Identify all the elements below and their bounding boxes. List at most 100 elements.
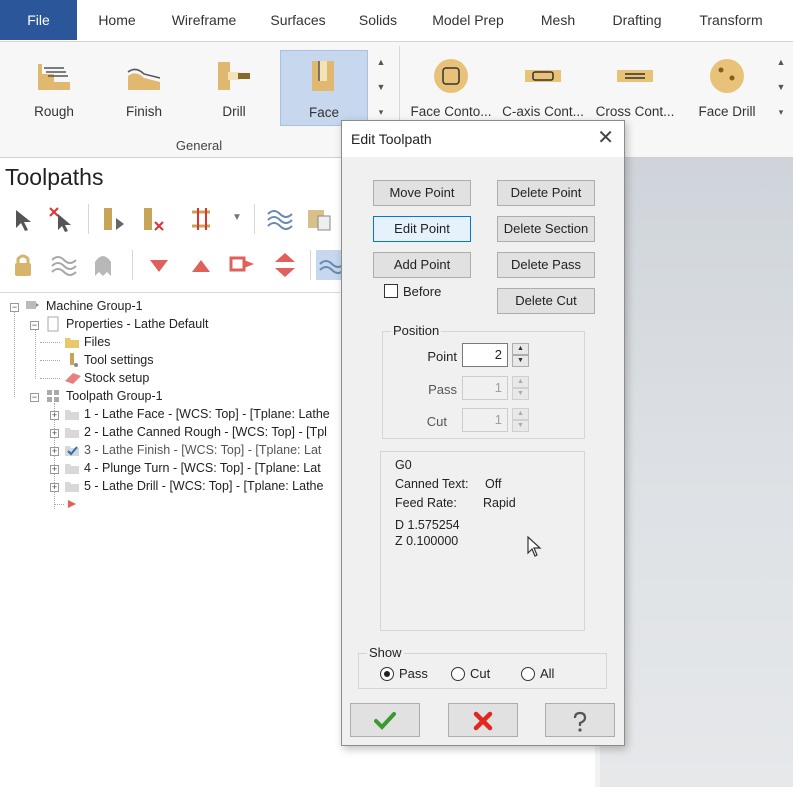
help-button[interactable] — [545, 703, 615, 737]
toolbar-divider — [132, 250, 133, 280]
face-icon — [312, 61, 334, 91]
regenerate-dirty-icon[interactable] — [138, 204, 168, 234]
ok-button[interactable] — [350, 703, 420, 737]
scroll-down-icon[interactable]: ▼ — [772, 75, 790, 100]
show-pass-radio[interactable] — [380, 667, 394, 681]
spin-down-icon: ▼ — [512, 388, 529, 400]
finish-button[interactable]: Finish — [100, 50, 188, 126]
tree-item-machine-group[interactable]: Machine Group-1 — [46, 297, 143, 315]
verify-icon[interactable] — [264, 204, 294, 234]
point-label: Point — [427, 349, 457, 364]
spin-up-icon[interactable]: ▲ — [512, 343, 529, 355]
select-all-icon[interactable] — [8, 204, 38, 234]
tab-model-prep[interactable]: Model Prep — [422, 0, 514, 40]
folder-icon — [65, 338, 79, 348]
ribbon-scroll-general[interactable]: ▲ ▼ ▾ — [372, 50, 390, 126]
dialog-titlebar[interactable]: Edit Toolpath ✕ — [342, 121, 624, 157]
post-icon[interactable] — [304, 204, 334, 234]
tree-item-op-4[interactable]: 4 - Plunge Turn - [WCS: Top] - [Tplane: … — [84, 459, 321, 477]
graphics-viewport[interactable] — [600, 158, 793, 787]
tab-drafting[interactable]: Drafting — [600, 0, 674, 40]
point-spinner[interactable]: ▲ ▼ — [512, 343, 529, 367]
stock-setup-icon — [65, 373, 81, 384]
c-axis-contour-button[interactable]: C-axis Cont... — [498, 50, 588, 126]
add-point-button[interactable]: Add Point — [373, 252, 471, 278]
tab-file[interactable]: File — [0, 0, 77, 40]
tree-item-op-1[interactable]: 1 - Lathe Face - [WCS: Top] - [Tplane: L… — [84, 405, 330, 423]
regenerate-icon[interactable] — [98, 204, 128, 234]
tree-item-op-5[interactable]: 5 - Lathe Drill - [WCS: Top] - [Tplane: … — [84, 477, 323, 495]
collapse-toolpath-group-icon[interactable]: − — [30, 393, 39, 402]
cross-contour-label: Cross Cont... — [595, 104, 675, 119]
expand-op-icon[interactable]: + — [50, 429, 59, 438]
folder-icon — [65, 410, 79, 420]
checkmark-icon — [374, 712, 396, 730]
edit-point-button[interactable]: Edit Point — [373, 216, 471, 242]
mouse-cursor-icon — [527, 536, 542, 557]
rough-button[interactable]: Rough — [10, 50, 98, 126]
drill-button[interactable]: Drill — [190, 50, 278, 126]
expand-op-icon[interactable]: + — [50, 447, 59, 456]
cancel-button[interactable] — [448, 703, 518, 737]
expand-op-icon[interactable]: + — [50, 465, 59, 474]
scroll-to-insert-icon[interactable] — [270, 250, 300, 280]
delete-cut-button[interactable]: Delete Cut — [497, 288, 595, 314]
face-drill-button[interactable]: Face Drill — [682, 50, 772, 126]
canned-text-value: Off — [485, 477, 502, 491]
insert-arrow-icon[interactable] — [226, 250, 256, 280]
cross-contour-button[interactable]: Cross Cont... — [590, 50, 680, 126]
tree-item-tool-settings[interactable]: Tool settings — [84, 351, 153, 369]
dropdown-arrow-icon[interactable]: ▼ — [232, 212, 242, 223]
show-cut-radio[interactable] — [451, 667, 465, 681]
tab-solids[interactable]: Solids — [350, 0, 406, 40]
move-down-icon[interactable] — [144, 250, 174, 280]
tab-mesh[interactable]: Mesh — [530, 0, 586, 40]
point-input[interactable]: 2 — [462, 343, 508, 367]
show-groupbox: Show Pass Cut All — [358, 645, 607, 689]
close-icon[interactable]: ✕ — [597, 127, 614, 149]
scroll-down-icon[interactable]: ▼ — [372, 75, 390, 100]
expand-icon[interactable]: ▾ — [772, 100, 790, 125]
ghost-icon[interactable] — [88, 250, 118, 280]
expand-op-icon[interactable]: + — [50, 483, 59, 492]
tree-item-stock-setup[interactable]: Stock setup — [84, 369, 149, 387]
before-checkbox[interactable] — [384, 284, 398, 298]
collapse-properties-icon[interactable]: − — [30, 321, 39, 330]
collapse-machine-group-icon[interactable]: − — [10, 303, 19, 312]
tree-item-toolpath-group[interactable]: Toolpath Group-1 — [66, 387, 163, 405]
backplot-icon[interactable] — [186, 204, 216, 234]
move-up-icon[interactable] — [186, 250, 216, 280]
expand-op-icon[interactable]: + — [50, 411, 59, 420]
tab-home[interactable]: Home — [86, 0, 148, 40]
folder-icon — [65, 482, 79, 492]
tree-item-op-2[interactable]: 2 - Lathe Canned Rough - [WCS: Top] - [T… — [84, 423, 327, 441]
tool-settings-icon — [70, 353, 78, 367]
tree-item-files[interactable]: Files — [84, 333, 110, 351]
tree-line — [40, 360, 60, 361]
lock-icon[interactable] — [8, 250, 38, 280]
show-pass-label: Pass — [399, 666, 428, 681]
position-groupbox: Position Point 2 ▲ ▼ Pass 1 ▲ ▼ Cut 1 ▲ ▼ — [382, 323, 585, 439]
delete-pass-button[interactable]: Delete Pass — [497, 252, 595, 278]
tab-wireframe[interactable]: Wireframe — [162, 0, 246, 40]
spin-down-icon[interactable]: ▼ — [512, 355, 529, 367]
face-contour-button[interactable]: Face Conto... — [406, 50, 496, 126]
edit-toolpath-dialog: Edit Toolpath ✕ Move Point Delete Point … — [341, 120, 625, 746]
face-contour-icon — [434, 59, 468, 93]
show-all-radio[interactable] — [521, 667, 535, 681]
delete-section-button[interactable]: Delete Section — [497, 216, 595, 242]
tab-transform[interactable]: Transform — [690, 0, 772, 40]
tree-item-op-3[interactable]: 3 - Lathe Finish - [WCS: Top] - [Tplane:… — [84, 441, 321, 459]
delete-point-button[interactable]: Delete Point — [497, 180, 595, 206]
tree-item-properties[interactable]: Properties - Lathe Default — [66, 315, 208, 333]
toggle-display-icon[interactable] — [48, 250, 78, 280]
tab-surfaces[interactable]: Surfaces — [262, 0, 334, 40]
move-point-button[interactable]: Move Point — [373, 180, 471, 206]
canned-text-label: Canned Text: — [395, 477, 469, 491]
scroll-up-icon[interactable]: ▲ — [372, 50, 390, 75]
scroll-up-icon[interactable]: ▲ — [772, 50, 790, 75]
deselect-all-icon[interactable] — [46, 204, 76, 234]
tree-line — [14, 309, 15, 397]
ribbon-scroll-contour[interactable]: ▲ ▼ ▾ — [772, 50, 790, 126]
face-button[interactable]: Face — [280, 50, 368, 126]
